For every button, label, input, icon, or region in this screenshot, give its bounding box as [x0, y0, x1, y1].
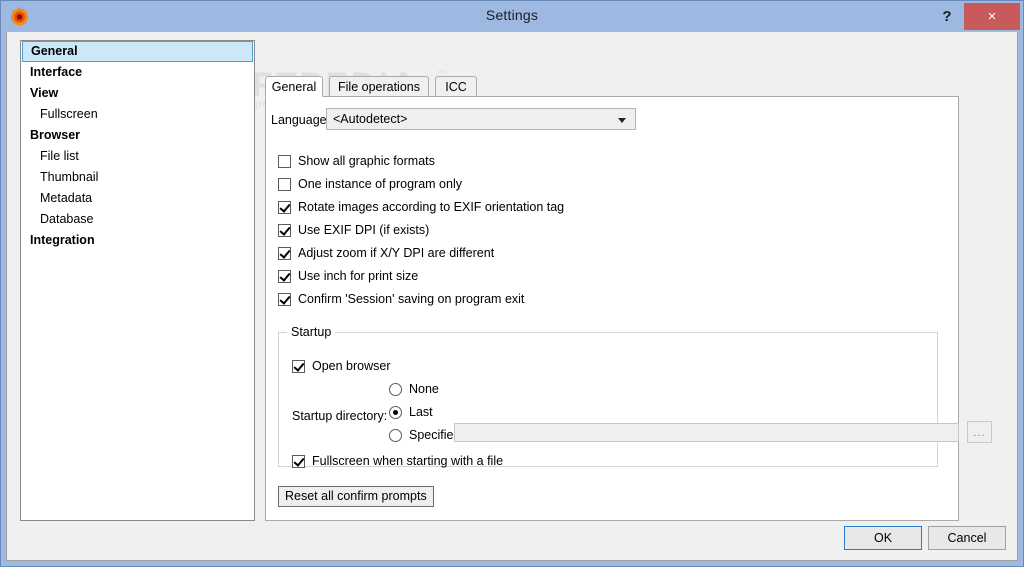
checkbox-box	[278, 154, 291, 168]
sidebar-item-browser[interactable]: Browser	[21, 125, 254, 146]
sidebar-item-view[interactable]: View	[21, 83, 254, 104]
tab-icc[interactable]: ICC	[435, 76, 477, 97]
radio-circle	[389, 405, 402, 419]
reset-confirm-prompts-button[interactable]: Reset all confirm prompts	[278, 486, 434, 507]
window-title: Settings	[485, 7, 539, 23]
open-browser-label: Open browser	[312, 359, 391, 373]
startup-dir-radio-specified[interactable]: Specified	[389, 427, 460, 443]
sidebar-item-database[interactable]: Database	[21, 209, 254, 230]
specified-directory-input[interactable]	[454, 423, 959, 442]
title-bar: Settings ? ×	[1, 1, 1023, 32]
checkbox-label: Use inch for print size	[298, 269, 419, 283]
close-button[interactable]: ×	[964, 3, 1020, 30]
radio-circle	[389, 382, 402, 396]
radio-label: Last	[409, 405, 433, 419]
chevron-down-icon	[618, 118, 626, 123]
sidebar-item-fullscreen[interactable]: Fullscreen	[21, 104, 254, 125]
settings-window: Settings ? × SOFTPEDIA ™ www.softpedia.c…	[0, 0, 1024, 567]
settings-category-list[interactable]: General Interface View Fullscreen Browser Fil…	[20, 40, 255, 521]
checkbox-use-exif-dpi-if-exists[interactable]: Use EXIF DPI (if exists)	[278, 222, 429, 238]
ok-button[interactable]: OK	[844, 526, 922, 550]
general-tab-panel: Language <Autodetect> Show all graphic f…	[265, 96, 992, 521]
checkbox-box	[278, 223, 291, 237]
sidebar-item-thumbnail[interactable]: Thumbnail	[21, 167, 254, 188]
language-select[interactable]: <Autodetect>	[326, 108, 636, 130]
checkbox-one-instance-of-program-only[interactable]: One instance of program only	[278, 176, 462, 192]
fullscreen-start-checkbox[interactable]: Fullscreen when starting with a file	[292, 453, 503, 469]
startup-dir-radio-last[interactable]: Last	[389, 404, 433, 420]
sidebar-item-integration[interactable]: Integration	[21, 230, 254, 251]
checkbox-label: Rotate images according to EXIF orientat…	[298, 200, 565, 214]
fullscreen-start-label: Fullscreen when starting with a file	[312, 454, 504, 468]
language-label: Language	[271, 113, 327, 127]
dialog-client-area: SOFTPEDIA ™ www.softpedia.com GeneralInt…	[6, 32, 1018, 561]
tab-general[interactable]: General	[265, 76, 323, 97]
startup-group-label: Startup	[287, 325, 336, 339]
checkbox-adjust-zoom-if-x-y-dpi-are-different[interactable]: Adjust zoom if X/Y DPI are different	[278, 245, 494, 261]
checkbox-label: Use EXIF DPI (if exists)	[298, 223, 430, 237]
checkbox-label: Confirm 'Session' saving on program exit	[298, 292, 525, 306]
checkbox-box	[278, 177, 291, 191]
cancel-button[interactable]: Cancel	[928, 526, 1006, 550]
checkbox-box	[278, 269, 291, 283]
checkbox-confirm-session-saving-on-program-exit[interactable]: Confirm 'Session' saving on program exit	[278, 291, 524, 307]
startup-dir-radio-none[interactable]: None	[389, 381, 439, 397]
startup-group-box: Startup Open browser Startup directory: …	[278, 325, 992, 469]
checkbox-box	[278, 246, 291, 260]
open-browser-checkbox[interactable]: Open browser	[292, 358, 391, 374]
startup-directory-label: Startup directory:	[292, 409, 388, 423]
browse-directory-button[interactable]: ...	[967, 421, 992, 443]
checkbox-label: One instance of program only	[298, 177, 462, 191]
checkbox-label: Adjust zoom if X/Y DPI are different	[298, 246, 495, 260]
tab-file-operations[interactable]: File operations	[329, 76, 429, 97]
checkbox-label: Show all graphic formats	[298, 154, 435, 168]
checkbox-box	[292, 454, 305, 468]
checkbox-rotate-images-according-to-exif-orientation-tag[interactable]: Rotate images according to EXIF orientat…	[278, 199, 564, 215]
checkbox-use-inch-for-print-size[interactable]: Use inch for print size	[278, 268, 418, 284]
radio-label: Specified	[409, 428, 461, 442]
sidebar-item-interface[interactable]: Interface	[21, 62, 254, 83]
help-button[interactable]: ?	[933, 3, 961, 30]
checkbox-box	[278, 200, 291, 214]
radio-circle	[389, 428, 402, 442]
checkbox-box	[278, 292, 291, 306]
sidebar-item-general[interactable]: General	[22, 41, 253, 62]
radio-label: None	[409, 382, 439, 396]
checkbox-box	[292, 359, 305, 373]
checkbox-show-all-graphic-formats[interactable]: Show all graphic formats	[278, 153, 435, 169]
sidebar-item-file-list[interactable]: File list	[21, 146, 254, 167]
language-value: <Autodetect>	[333, 112, 408, 126]
sidebar-item-metadata[interactable]: Metadata	[21, 188, 254, 209]
